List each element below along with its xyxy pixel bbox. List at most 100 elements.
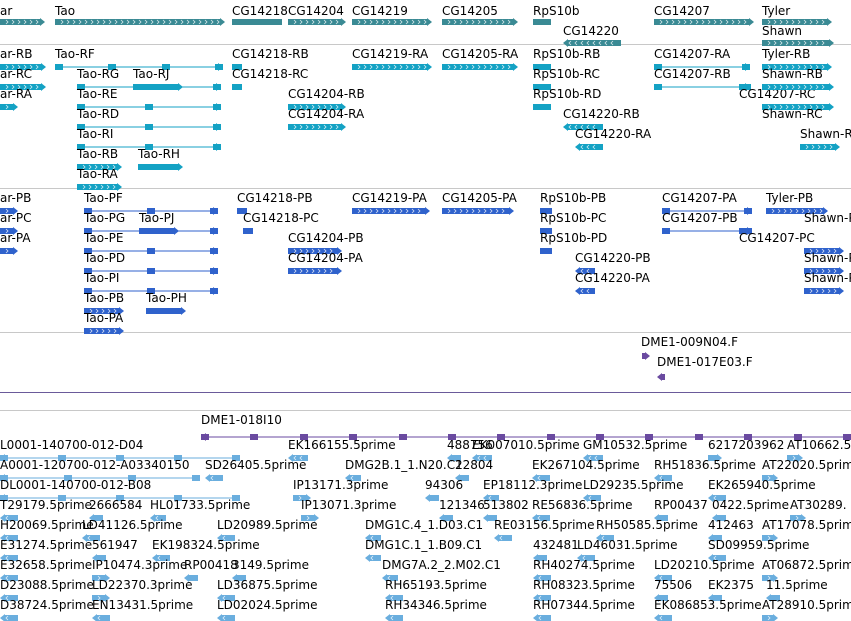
feature-tao-pg-label[interactable]: Tao-PG xyxy=(84,211,125,225)
feature-cg14204-pa-label[interactable]: CG14204-PA xyxy=(288,251,363,265)
feature-rh34346-5prime[interactable] xyxy=(385,611,403,621)
feature-rps10b-label[interactable]: RpS10b xyxy=(533,4,579,18)
feature-at10662-5-label[interactable]: AT10662.5 xyxy=(787,438,851,452)
feature-ar-pa[interactable] xyxy=(0,244,18,258)
feature-at22020-5prime-label[interactable]: AT22020.5prime xyxy=(762,458,851,472)
feature-dme1-017e03-f[interactable] xyxy=(657,370,665,384)
feature-ek086853-5prime-label[interactable]: EK086853.5prime xyxy=(654,598,762,612)
feature-dme1-009n04-f[interactable] xyxy=(642,349,650,363)
feature-tao-pb-label[interactable]: Tao-PB xyxy=(84,291,124,305)
feature-cg14204-pb-label[interactable]: CG14204-PB xyxy=(288,231,364,245)
feature-at30289-label[interactable]: AT30289. xyxy=(790,498,847,512)
feature-cg14218-rc-label[interactable]: CG14218-RC xyxy=(232,67,308,81)
feature-cg14220-pb-label[interactable]: CG14220-PB xyxy=(575,251,651,265)
feature-rh07344-5prime-label[interactable]: RH07344.5prime xyxy=(533,598,635,612)
feature-shawn-pb-label[interactable]: Shawn-PB xyxy=(804,211,851,225)
feature-at17078-5prime-label[interactable]: AT17078.5prime xyxy=(762,518,851,532)
feature-e31274-5prime-label[interactable]: E31274.5prime xyxy=(0,538,92,552)
feature-cg14205-pa[interactable] xyxy=(442,204,514,218)
feature-ar-ra-label[interactable]: ar-RA xyxy=(0,87,32,101)
feature-tao-pd-label[interactable]: Tao-PD xyxy=(84,251,125,265)
feature-cg14207-pc-label[interactable]: CG14207-PC xyxy=(739,231,815,245)
feature-d38724-5prime[interactable] xyxy=(0,611,18,621)
feature-tao-ra-label[interactable]: Tao-RA xyxy=(77,167,118,181)
feature-shawn-ra-label[interactable]: Shawn-RA xyxy=(800,127,851,141)
feature-dmg2b-1-1-n20-c1-label[interactable]: DMG2B.1_1.N20.C1 xyxy=(345,458,463,472)
feature-ar-pa-label[interactable]: ar-PA xyxy=(0,231,31,245)
feature-ld20210-5prime-label[interactable]: LD20210.5prime xyxy=(654,558,755,572)
feature-cg14205-label[interactable]: CG14205 xyxy=(442,4,498,18)
feature-cg14220-rb-label[interactable]: CG14220-RB xyxy=(563,107,640,121)
feature-ar-pc-label[interactable]: ar-PC xyxy=(0,211,31,225)
feature-rp00418-label[interactable]: RP00418 xyxy=(184,558,238,572)
feature-tao-re-label[interactable]: Tao-RE xyxy=(77,87,118,101)
feature-ld02024-5prime-label[interactable]: LD02024.5prime xyxy=(217,598,318,612)
feature-tao-pj-label[interactable]: Tao-PJ xyxy=(139,211,174,225)
feature-121346-label[interactable]: 121346 xyxy=(439,498,485,512)
feature-ar-rb-label[interactable]: ar-RB xyxy=(0,47,32,61)
feature-cg14207-label[interactable]: CG14207 xyxy=(654,4,710,18)
feature-shawn-pc[interactable] xyxy=(804,284,844,298)
feature-tao-pa[interactable] xyxy=(84,324,124,338)
feature-ld46031-5prime-label[interactable]: LD46031.5prime xyxy=(577,538,678,552)
feature-ip10474-3prime-label[interactable]: IP10474.3prime xyxy=(92,558,187,572)
feature-cg14219-pa-label[interactable]: CG14219-PA xyxy=(352,191,427,205)
feature-gm10532-5prime-label[interactable]: GM10532.5prime xyxy=(583,438,687,452)
feature-en13431-5prime[interactable] xyxy=(92,611,110,621)
feature-rps10b-pb-label[interactable]: RpS10b-PB xyxy=(540,191,606,205)
feature-ek198324-5prime-label[interactable]: EK198324.5prime xyxy=(152,538,260,552)
feature-shawn-label[interactable]: Shawn xyxy=(762,24,802,38)
feature-94306-label[interactable]: 94306 xyxy=(425,478,463,492)
feature-at06872-5prime-label[interactable]: AT06872.5prime xyxy=(762,558,851,572)
feature-cg14220-pa-label[interactable]: CG14220-PA xyxy=(575,271,650,285)
feature-tao-rh-label[interactable]: Tao-RH xyxy=(138,147,180,161)
feature-0422-5prime-label[interactable]: 0422.5prime xyxy=(712,498,789,512)
feature-tao-pi-label[interactable]: Tao-PI xyxy=(84,271,119,285)
feature-d23088-5prime-label[interactable]: D23088.5prime xyxy=(0,578,94,592)
feature-a0001-120700-012-a03340150-label[interactable]: A0001-120700-012-A03340150 xyxy=(0,458,189,472)
feature-rh65193-5prime-label[interactable]: RH65193.5prime xyxy=(385,578,487,592)
feature-ek086853-5prime[interactable] xyxy=(654,611,672,621)
feature-dmg1c-1-1-b09-c1-label[interactable]: DMG1C.1_1.B09.C1 xyxy=(365,538,482,552)
feature-cg14218-rb-label[interactable]: CG14218-RB xyxy=(232,47,309,61)
feature-cg14219-ra[interactable] xyxy=(352,60,432,74)
feature-ep18112-3prime-label[interactable]: EP18112.3prime xyxy=(483,478,582,492)
feature-cg14218-pc[interactable] xyxy=(243,224,253,238)
feature-rps10b-rb-label[interactable]: RpS10b-RB xyxy=(533,47,600,61)
feature-cg14219-label[interactable]: CG14219 xyxy=(352,4,408,18)
feature-rps10b-pd-label[interactable]: RpS10b-PD xyxy=(540,231,607,245)
feature-rp00437-label[interactable]: RP00437 xyxy=(654,498,708,512)
feature-ar-label[interactable]: ar xyxy=(0,4,12,18)
feature-tao-pe-label[interactable]: Tao-PE xyxy=(84,231,123,245)
feature-cg14219-ra-label[interactable]: CG14219-RA xyxy=(352,47,428,61)
feature-cg14220-label[interactable]: CG14220 xyxy=(563,24,619,38)
feature-rh07344-5prime[interactable] xyxy=(533,611,551,621)
feature-rps10b-pc-label[interactable]: RpS10b-PC xyxy=(540,211,606,225)
feature-rps10b-pd[interactable] xyxy=(540,244,552,258)
feature-d38724-5prime-label[interactable]: D38724.5prime xyxy=(0,598,94,612)
feature-en13431-5prime-label[interactable]: EN13431.5prime xyxy=(92,598,193,612)
feature-tao[interactable] xyxy=(55,15,225,29)
feature-6217203962-label[interactable]: 6217203962 xyxy=(708,438,784,452)
feature-cg14205-ra-label[interactable]: CG14205-RA xyxy=(442,47,518,61)
feature-561947-label[interactable]: 561947 xyxy=(92,538,138,552)
feature-tao-rf-label[interactable]: Tao-RF xyxy=(55,47,95,61)
feature-cg14219-pa[interactable] xyxy=(352,204,430,218)
feature-rps10b-rc-label[interactable]: RpS10b-RC xyxy=(533,67,600,81)
feature-cg14207-rb[interactable] xyxy=(654,80,750,94)
feature-rh34346-5prime-label[interactable]: RH34346.5prime xyxy=(385,598,487,612)
feature-shawn-ra[interactable] xyxy=(800,140,840,154)
feature-sd26405-5prime-label[interactable]: SD26405.5prime xyxy=(205,458,306,472)
feature-cg14204-rb-label[interactable]: CG14204-RB xyxy=(288,87,365,101)
feature-sd09959-5prime-label[interactable]: SD09959.5prime xyxy=(708,538,809,552)
feature-cg14218-label[interactable]: CG14218 xyxy=(232,4,288,18)
feature-cg14218-pc-label[interactable]: CG14218-PC xyxy=(243,211,319,225)
feature-cg14207-pa-label[interactable]: CG14207-PA xyxy=(662,191,737,205)
feature-tyler-label[interactable]: Tyler xyxy=(762,4,790,18)
feature-l0001-140700-012-d04-label[interactable]: L0001-140700-012-D04 xyxy=(0,438,143,452)
feature-ek2375-label[interactable]: EK2375 xyxy=(708,578,754,592)
feature-ld36875-5prime-label[interactable]: LD36875.5prime xyxy=(217,578,318,592)
feature-tao-rb-label[interactable]: Tao-RB xyxy=(77,147,118,161)
feature-2666584-label[interactable]: 2666584 xyxy=(89,498,142,512)
feature-tao-pa-label[interactable]: Tao-PA xyxy=(84,311,123,325)
